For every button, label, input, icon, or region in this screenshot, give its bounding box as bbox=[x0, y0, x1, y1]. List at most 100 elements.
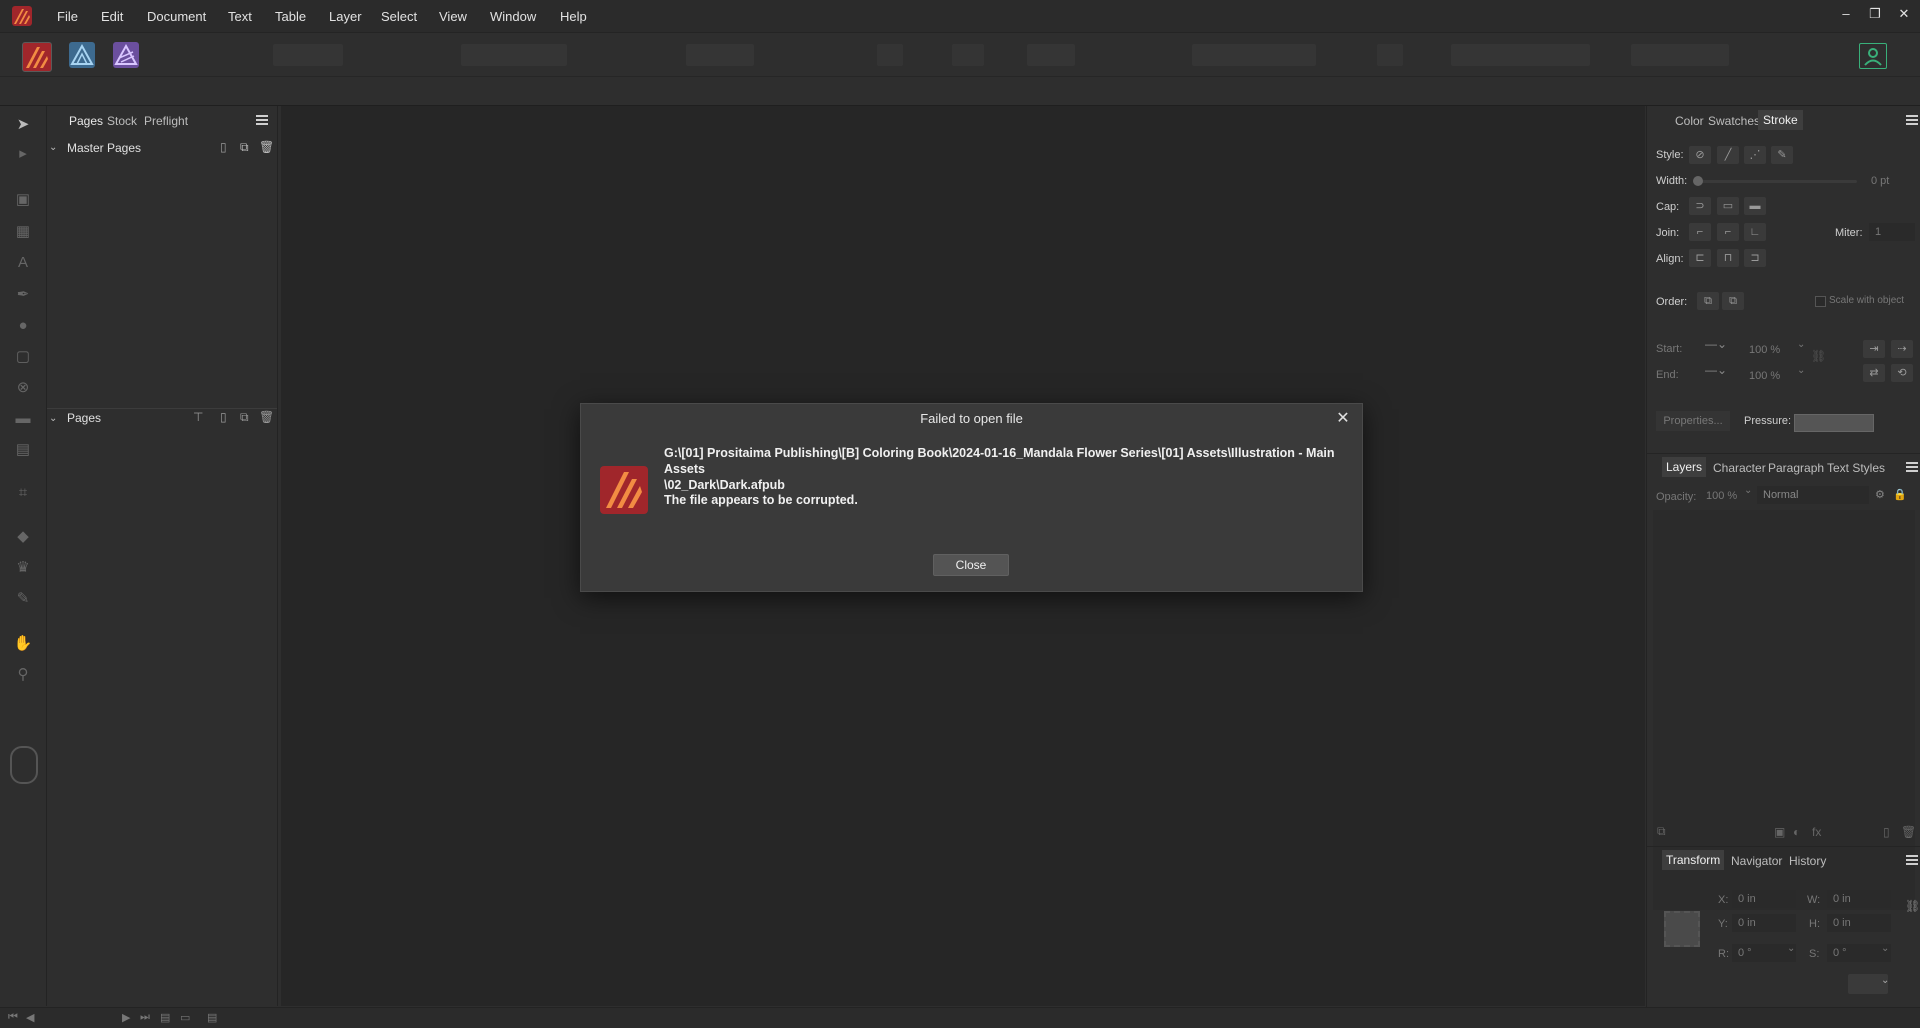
tab-transform[interactable]: Transform bbox=[1662, 850, 1725, 870]
start-scale-value[interactable]: 100 % bbox=[1749, 344, 1780, 356]
first-page-icon[interactable]: ⏮ bbox=[8, 1011, 18, 1024]
butt-cap-icon[interactable]: ⊃ bbox=[1689, 197, 1711, 215]
layer-options-icon[interactable]: ⧉ bbox=[1657, 824, 1666, 839]
tab-character[interactable]: Character bbox=[1713, 461, 1766, 475]
properties-button[interactable]: Properties... bbox=[1656, 411, 1730, 431]
hand-tool-icon[interactable]: ✋ bbox=[12, 633, 34, 655]
menu-view[interactable]: View bbox=[439, 9, 467, 24]
chevron-down-icon[interactable]: ⌄ bbox=[49, 413, 57, 424]
solid-line-icon[interactable]: ╱ bbox=[1717, 146, 1739, 164]
brush-stroke-icon[interactable]: ✎ bbox=[1771, 146, 1793, 164]
width-slider-handle[interactable] bbox=[1693, 176, 1703, 186]
swap-arrowheads-icon[interactable]: ⇄ bbox=[1863, 364, 1885, 382]
width-slider[interactable] bbox=[1697, 180, 1857, 183]
round-cap-icon[interactable]: ▭ bbox=[1717, 197, 1739, 215]
menu-help[interactable]: Help bbox=[560, 9, 587, 24]
transparency-tool-icon[interactable]: ♛ bbox=[12, 557, 34, 579]
opacity-value[interactable]: 100 % bbox=[1706, 490, 1737, 502]
link-icon[interactable] bbox=[877, 44, 903, 66]
restore-icon[interactable]: ❐ bbox=[1864, 6, 1886, 24]
account-icon[interactable] bbox=[1859, 43, 1887, 69]
move-tool-icon[interactable]: ➤ bbox=[12, 114, 34, 136]
vector-crop-tool-icon[interactable]: ▤ bbox=[12, 439, 34, 461]
tab-navigator[interactable]: Navigator bbox=[1731, 854, 1782, 868]
round-join-icon[interactable]: ⌐ bbox=[1717, 223, 1739, 241]
align-inside-icon[interactable]: ⊏ bbox=[1689, 249, 1711, 267]
miter-join-icon[interactable]: ⌐ bbox=[1689, 223, 1711, 241]
ellipse-tool-icon[interactable]: ● bbox=[12, 315, 34, 337]
chevron-down-icon[interactable]: ⌄ bbox=[1787, 943, 1795, 954]
window-close-icon[interactable]: ✕ bbox=[1893, 6, 1915, 24]
square-cap-icon[interactable]: ▬ bbox=[1744, 197, 1766, 215]
place-image-tool-icon[interactable]: ▬ bbox=[12, 408, 34, 430]
duplicate-master-icon[interactable]: ⧉ bbox=[240, 140, 249, 155]
tab-pages[interactable]: Pages bbox=[69, 114, 103, 128]
panel-menu-icon[interactable] bbox=[1906, 855, 1918, 865]
photo-persona-icon[interactable] bbox=[113, 42, 139, 68]
pressure-graph[interactable] bbox=[1794, 414, 1874, 432]
stroke-behind-icon[interactable]: ⧉ bbox=[1697, 292, 1719, 310]
transform-icon[interactable] bbox=[1377, 44, 1403, 66]
close-button[interactable]: Close bbox=[933, 554, 1009, 576]
pages-section-label[interactable]: Pages bbox=[67, 411, 101, 425]
miter-field[interactable]: 1 bbox=[1869, 223, 1915, 241]
zoom-tool-icon[interactable]: ⚲ bbox=[12, 664, 34, 686]
tab-paragraph[interactable]: Paragraph bbox=[1768, 461, 1824, 475]
arrowhead-inside-icon[interactable]: ⇢ bbox=[1891, 340, 1913, 358]
mask-icon[interactable]: ▣ bbox=[1774, 825, 1785, 839]
text-frame-tool-icon[interactable]: ▣ bbox=[12, 189, 34, 211]
duplicate-page-icon[interactable]: ⧉ bbox=[240, 410, 249, 425]
chevron-down-icon[interactable]: ⌄ bbox=[49, 142, 57, 153]
fx-icon[interactable]: fx bbox=[1812, 825, 1821, 839]
end-scale-value[interactable]: 100 % bbox=[1749, 370, 1780, 382]
reset-arrowheads-icon[interactable]: ⟲ bbox=[1891, 364, 1913, 382]
end-arrowhead-dropdown[interactable]: —⌄ bbox=[1705, 363, 1727, 377]
dashed-line-icon[interactable]: ⋰ bbox=[1744, 146, 1766, 164]
tab-stock[interactable]: Stock bbox=[107, 114, 137, 128]
tab-swatches[interactable]: Swatches bbox=[1708, 114, 1760, 128]
add-page-icon[interactable]: ▯ bbox=[220, 410, 227, 424]
text-frame-icon[interactable] bbox=[952, 44, 984, 66]
link-icon[interactable]: ⛓ bbox=[1905, 899, 1920, 913]
tab-color[interactable]: Color bbox=[1675, 114, 1704, 128]
panel-menu-icon[interactable] bbox=[1906, 115, 1918, 125]
add-master-icon[interactable]: ▯ bbox=[220, 140, 227, 154]
adjustment-icon[interactable]: ◐ bbox=[1793, 825, 1800, 839]
panel-menu-icon[interactable] bbox=[256, 115, 268, 125]
arrowhead-outside-icon[interactable]: ⇥ bbox=[1863, 340, 1885, 358]
menu-window[interactable]: Window bbox=[490, 9, 536, 24]
menu-text[interactable]: Text bbox=[228, 9, 252, 24]
delete-master-icon[interactable]: 🗑 bbox=[259, 140, 274, 154]
crop-tool-icon[interactable]: ⌗ bbox=[12, 482, 34, 504]
next-page-icon[interactable]: ▶ bbox=[122, 1011, 130, 1024]
last-page-icon[interactable]: ⏭ bbox=[140, 1011, 150, 1024]
start-arrowhead-dropdown[interactable]: —⌄ bbox=[1705, 337, 1727, 351]
chevron-down-icon[interactable]: ⌄ bbox=[1881, 943, 1889, 954]
menu-table[interactable]: Table bbox=[275, 9, 306, 24]
pen-tool-icon[interactable]: ✒ bbox=[12, 284, 34, 306]
close-icon[interactable]: ✕ bbox=[1334, 410, 1352, 428]
stroke-front-icon[interactable]: ⧉ bbox=[1722, 292, 1744, 310]
w-field[interactable]: 0 in bbox=[1827, 890, 1891, 908]
tab-stroke[interactable]: Stroke bbox=[1758, 110, 1803, 130]
previous-page-icon[interactable]: ◀ bbox=[26, 1011, 34, 1024]
panel-menu-icon[interactable] bbox=[1906, 462, 1918, 472]
anchor-selector[interactable] bbox=[1664, 911, 1700, 947]
blend-mode-select[interactable]: Normal bbox=[1757, 486, 1869, 504]
h-field[interactable]: 0 in bbox=[1827, 914, 1891, 932]
tab-text-styles[interactable]: Text Styles bbox=[1827, 461, 1885, 475]
align-center-icon[interactable]: ⊓ bbox=[1717, 249, 1739, 267]
artistic-text-tool-icon[interactable]: A bbox=[12, 252, 34, 274]
node-tool-icon[interactable]: ▸ bbox=[12, 143, 34, 165]
pages-view-icon[interactable]: ▤ bbox=[207, 1011, 217, 1024]
no-stroke-icon[interactable]: ⊘ bbox=[1689, 146, 1711, 164]
menu-edit[interactable]: Edit bbox=[101, 9, 123, 24]
x-field[interactable]: 0 in bbox=[1732, 890, 1796, 908]
spread-icon[interactable]: ▤ bbox=[160, 1011, 170, 1024]
color-wells-icon[interactable] bbox=[10, 746, 38, 784]
snapping-group[interactable] bbox=[1027, 44, 1075, 66]
chevron-down-icon[interactable]: ⌄ bbox=[1881, 975, 1889, 986]
page-layout-icon[interactable]: ▭ bbox=[180, 1011, 190, 1024]
menu-layer[interactable]: Layer bbox=[329, 9, 362, 24]
tab-history[interactable]: History bbox=[1789, 854, 1826, 868]
